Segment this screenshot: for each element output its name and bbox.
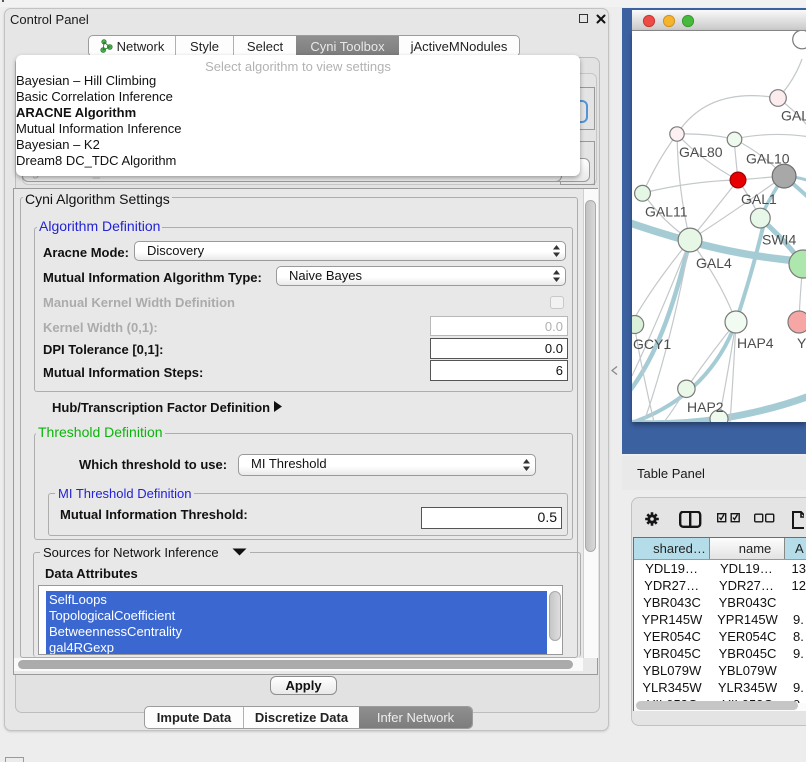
svg-text:GAL11: GAL11: [645, 204, 688, 220]
svg-text:GAL1: GAL1: [741, 191, 777, 207]
svg-text:GAL4: GAL4: [696, 255, 732, 271]
svg-text:GCY1: GCY1: [633, 336, 671, 352]
svg-text:HAP2: HAP2: [687, 399, 724, 415]
svg-text:SWI4: SWI4: [762, 232, 796, 248]
svg-text:GAL80: GAL80: [679, 144, 723, 160]
svg-text:Y: Y: [797, 335, 806, 351]
svg-text:HAP4: HAP4: [737, 335, 774, 351]
svg-text:GAL2: GAL2: [781, 108, 806, 124]
svg-text:GAL10: GAL10: [746, 151, 790, 167]
